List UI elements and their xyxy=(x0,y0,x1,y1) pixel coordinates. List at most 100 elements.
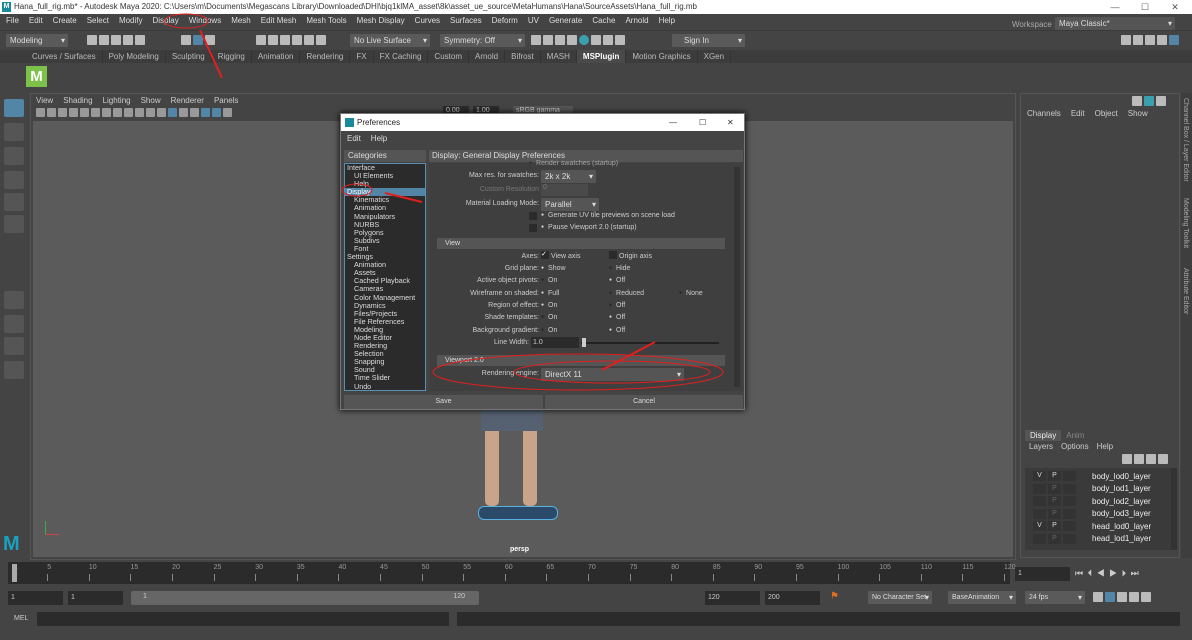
select-tool-icon[interactable] xyxy=(4,99,24,117)
layer-row[interactable]: Phead_lod1_layer xyxy=(1033,533,1171,545)
move-layer-down-icon[interactable] xyxy=(1134,454,1144,464)
save-scene-icon[interactable] xyxy=(111,35,121,45)
tool-settings-icon[interactable] xyxy=(1157,35,1167,45)
tab-display[interactable]: Display xyxy=(1025,430,1062,441)
open-scene-icon[interactable] xyxy=(99,35,109,45)
live-surface-field[interactable]: No Live Surface xyxy=(350,34,430,47)
field-chart-icon[interactable] xyxy=(124,108,133,117)
viewport-menu-show[interactable]: Show xyxy=(141,96,161,106)
menu-surfaces[interactable]: Surfaces xyxy=(450,14,482,28)
menu-deform[interactable]: Deform xyxy=(492,14,518,28)
menu-curves[interactable]: Curves xyxy=(415,14,440,28)
prefs-scrollbar[interactable] xyxy=(734,167,740,387)
lasso-tool-icon[interactable] xyxy=(4,123,24,141)
manip-icon[interactable] xyxy=(1156,96,1166,106)
attribute-editor-icon[interactable] xyxy=(1145,35,1155,45)
menu-windows[interactable]: Windows xyxy=(189,14,221,28)
grid-hide-radio[interactable]: Hide xyxy=(609,265,630,272)
menu-mesh-display[interactable]: Mesh Display xyxy=(357,14,405,28)
human-ik-icon[interactable] xyxy=(1133,35,1143,45)
layer-menu-help[interactable]: Help xyxy=(1097,442,1113,451)
menu-mesh[interactable]: Mesh xyxy=(231,14,251,28)
current-frame-field[interactable]: 1 xyxy=(1015,567,1070,581)
end-time-field[interactable]: 120 xyxy=(705,591,760,605)
shelf-tab-sculpting[interactable]: Sculpting xyxy=(166,50,212,63)
line-width-slider[interactable] xyxy=(581,342,719,344)
redo-icon[interactable] xyxy=(135,35,145,45)
menu-help[interactable]: Help xyxy=(659,14,675,28)
channel-menu-channels[interactable]: Channels xyxy=(1027,109,1061,118)
render-settings-icon[interactable] xyxy=(555,35,565,45)
layer-row[interactable]: Pbody_lod3_layer xyxy=(1033,508,1171,520)
tab-modeling-toolkit[interactable]: Modeling Toolkit xyxy=(1182,198,1189,248)
grid-icon[interactable] xyxy=(80,108,89,117)
two-view-icon[interactable] xyxy=(4,337,24,355)
region-on-radio[interactable]: On xyxy=(541,302,557,309)
render-view-icon[interactable] xyxy=(591,35,601,45)
region-off-radio[interactable]: Off xyxy=(609,302,625,309)
channel-menu-show[interactable]: Show xyxy=(1128,109,1148,118)
layer-row[interactable]: Pbody_lod2_layer xyxy=(1033,495,1171,507)
menu-uv[interactable]: UV xyxy=(528,14,539,28)
grid-show-radio[interactable]: Show xyxy=(541,265,566,272)
new-scene-icon[interactable] xyxy=(87,35,97,45)
shelf-tab-msplugin[interactable]: MSPlugin xyxy=(576,50,627,63)
safe-title-icon[interactable] xyxy=(146,108,155,117)
display-type-toggle[interactable] xyxy=(1063,533,1076,544)
snap-point-icon[interactable] xyxy=(280,35,290,45)
wireframe-icon[interactable] xyxy=(157,108,166,117)
settings-icon[interactable] xyxy=(1129,592,1139,602)
view-axis-checkbox[interactable]: ✓ xyxy=(541,251,549,259)
menu-help[interactable]: Help xyxy=(371,134,387,143)
new-layer-selected-icon[interactable] xyxy=(1158,454,1168,464)
snap-surface-icon[interactable] xyxy=(304,35,314,45)
close-button[interactable]: ✕ xyxy=(1160,0,1190,14)
shelf-tab-fx[interactable]: FX xyxy=(350,50,374,63)
resolution-gate-icon[interactable] xyxy=(102,108,111,117)
character-set-dropdown[interactable]: No Character Set xyxy=(868,591,932,604)
visibility-toggle[interactable] xyxy=(1033,483,1046,494)
auto-key-icon[interactable]: ⚑ xyxy=(830,591,839,602)
arnold-render-icon[interactable] xyxy=(579,35,589,45)
render-frame-icon[interactable] xyxy=(531,35,541,45)
menu-mesh-tools[interactable]: Mesh Tools xyxy=(306,14,346,28)
new-empty-layer-icon[interactable] xyxy=(1146,454,1156,464)
playback-toggle[interactable]: P xyxy=(1048,471,1061,481)
line-width-slider-handle[interactable] xyxy=(582,338,586,347)
bg-off-radio[interactable]: Off xyxy=(609,327,625,334)
layer-row[interactable]: V Pbody_lod0_layer xyxy=(1033,470,1171,482)
shelf-tab-rigging[interactable]: Rigging xyxy=(212,50,252,63)
hypershade-icon[interactable] xyxy=(567,35,577,45)
layer-name[interactable]: head_lod0_layer xyxy=(1092,522,1151,531)
playback-controls[interactable]: ⏮ ⏴ ◀ ▶ ⏵ ⏭ xyxy=(1075,568,1140,579)
gen-uv-checkbox[interactable] xyxy=(529,212,537,220)
dialog-maximize-button[interactable]: ☐ xyxy=(699,114,706,131)
anim-layer-dropdown[interactable]: BaseAnimation xyxy=(948,591,1016,604)
layer-name[interactable]: body_lod2_layer xyxy=(1092,497,1151,506)
layer-name[interactable]: body_lod3_layer xyxy=(1092,509,1151,518)
origin-axis-checkbox[interactable] xyxy=(609,251,617,259)
current-time-marker[interactable] xyxy=(12,564,17,582)
channel-menu-object[interactable]: Object xyxy=(1095,109,1118,118)
gate-mask-icon[interactable] xyxy=(113,108,122,117)
menu-modify[interactable]: Modify xyxy=(119,14,143,28)
layer-menu-options[interactable]: Options xyxy=(1061,442,1089,451)
image-plane-icon[interactable] xyxy=(69,108,78,117)
custom-res-field[interactable]: 0 xyxy=(541,184,588,196)
shelf-tab-rendering[interactable]: Rendering xyxy=(300,50,351,63)
snap-toggle-icon[interactable] xyxy=(603,35,613,45)
anim-start-field[interactable]: 1 xyxy=(68,591,123,605)
menu-display[interactable]: Display xyxy=(153,14,179,28)
wire-none-radio[interactable]: None xyxy=(679,290,703,297)
layer-row[interactable]: V Phead_lod0_layer xyxy=(1033,520,1171,532)
max-res-dropdown[interactable]: 2k x 2k xyxy=(541,170,596,183)
visibility-toggle[interactable]: V xyxy=(1033,521,1046,531)
layer-row[interactable]: Pbody_lod1_layer xyxy=(1033,483,1171,495)
viewport-menu-lighting[interactable]: Lighting xyxy=(103,96,131,106)
film-gate-icon[interactable] xyxy=(91,108,100,117)
snap-curve-icon[interactable] xyxy=(268,35,278,45)
wire-full-radio[interactable]: Full xyxy=(541,290,559,297)
minimize-button[interactable]: — xyxy=(1100,0,1130,14)
visibility-toggle[interactable]: V xyxy=(1033,471,1046,481)
line-width-field[interactable]: 1.0 xyxy=(531,337,579,348)
